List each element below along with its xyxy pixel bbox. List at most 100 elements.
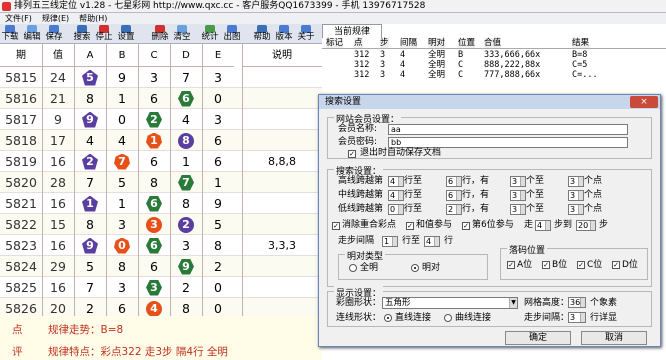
window-title: 排列五三线定位 v1.28 - 七星彩网 http://www.qxc.cc -… [14, 1, 426, 11]
number-cell: 7 [86, 175, 94, 190]
search-row-spinner[interactable]: 6 [446, 176, 462, 187]
search-row-spinner[interactable]: 4 [388, 190, 404, 201]
menu-item-2[interactable]: 帮助(H) [79, 14, 107, 23]
toolbar-button-0[interactable]: 下载 [0, 25, 20, 43]
number-cell: 8 [86, 91, 94, 106]
value-cell: 28 [50, 175, 66, 190]
spinner-arrows[interactable] [398, 205, 403, 214]
search-row-text: 行，有 [462, 204, 490, 214]
step-go-spinner[interactable]: 4 [535, 220, 551, 231]
toolbar-button-3[interactable]: 搜索 [72, 25, 92, 43]
rule-row-cell: 全明 [428, 60, 446, 70]
toolbar-button-7[interactable]: 清空 [172, 25, 192, 43]
position-checkbox[interactable]: ✓ [542, 261, 550, 269]
toolbar-button-5[interactable]: 设置 [116, 25, 136, 43]
search-row-spinner[interactable]: 3 [568, 204, 584, 215]
search-row-spinner[interactable]: 2 [446, 204, 462, 215]
table-header-3: 间隔 [400, 38, 418, 48]
search-row-spinner[interactable]: 0 [388, 204, 404, 215]
gap-from-spinner[interactable]: 1 [382, 236, 398, 247]
menu-item-1[interactable]: 规律(E) [42, 14, 69, 23]
header-col-C: C [138, 44, 170, 67]
search-row-spinner[interactable]: 3 [510, 190, 526, 201]
search-row-text: 个至 [526, 204, 545, 214]
spinner-arrows[interactable] [520, 177, 525, 186]
spinner-arrows[interactable] [520, 191, 525, 200]
rule-row-cell: 312 [354, 50, 370, 60]
search-row-spinner[interactable]: 6 [446, 190, 462, 201]
autosave-checkbox[interactable]: ✓ [348, 150, 356, 158]
close-button[interactable]: × [630, 96, 658, 108]
number-cell: 9 [118, 70, 126, 85]
display-group: 显示设置： 彩圈形状： 五角形 ▼ 网格高度： 36 个象素 连线形状： 直线连接… [327, 286, 652, 327]
toolbar-button-4[interactable]: 停止 [94, 25, 114, 43]
spinner-arrows[interactable] [398, 177, 403, 186]
spinner-arrows[interactable] [456, 177, 461, 186]
line-straight-radio[interactable] [384, 314, 392, 322]
toolbar-button-8[interactable]: 统计 [200, 25, 220, 43]
toolbar-button-1[interactable]: 编辑 [22, 25, 42, 43]
search-row-text: 个点 [584, 190, 603, 200]
member-name-input[interactable]: aa [388, 124, 628, 135]
dedupe-checkbox[interactable]: ✓ [332, 222, 340, 230]
toolbar-button-2[interactable]: 保存 [44, 25, 64, 43]
toolbar-button-10[interactable]: 帮助 [252, 25, 272, 43]
gap-to-spinner[interactable]: 4 [424, 236, 440, 247]
interval-spinner[interactable]: 3 [568, 312, 586, 323]
spinner-arrows[interactable] [578, 205, 583, 214]
autosave-label: 退出时自动保存文档 [360, 148, 442, 158]
spinner-arrows[interactable] [578, 191, 583, 200]
spinner-arrows[interactable] [520, 205, 525, 214]
ball-marker: 4 [146, 300, 162, 317]
number-cell: 2 [214, 259, 222, 274]
spinner-arrows[interactable] [398, 191, 403, 200]
number-cell: 1 [118, 91, 126, 106]
interval-unit: 行详显 [590, 313, 618, 323]
toolbar-label-12: 关于 [297, 32, 315, 42]
search-row-spinner[interactable]: 3 [510, 176, 526, 187]
note-cell: 8,8,8 [268, 155, 296, 168]
toolbar-button-12[interactable]: 关于 [296, 25, 316, 43]
number-cell: 4 [182, 112, 190, 127]
member-password-label: 会员密码: [338, 137, 378, 147]
app-icon [2, 2, 11, 11]
line-curve-radio[interactable] [444, 314, 452, 322]
rule-row-cell: 333,666,66x [484, 50, 541, 60]
search-row-spinner[interactable]: 3 [510, 204, 526, 215]
rule-row-cell: C [458, 70, 464, 80]
position-label: D位 [622, 260, 638, 270]
position-checkbox[interactable]: ✓ [612, 261, 620, 269]
summary-text-2: 规律特点：彩点322 走3步 隔4行 全明 [48, 346, 228, 358]
spinner-value: 4 [390, 191, 396, 200]
rule-row-cell: B [458, 50, 464, 60]
ok-button[interactable]: 确定 [505, 331, 571, 345]
search-row-text: 个点 [584, 204, 603, 214]
toolbar-button-9[interactable]: 出图 [222, 25, 242, 43]
mingdui-all-radio[interactable] [349, 264, 357, 272]
position-checkbox[interactable]: ✓ [577, 261, 585, 269]
toolbar-button-11[interactable]: 版本 [274, 25, 294, 43]
step-to-spinner[interactable]: 20 [576, 220, 596, 231]
search-row-spinner[interactable]: 3 [568, 176, 584, 187]
position-checkbox[interactable]: ✓ [507, 261, 515, 269]
rule-row-cell: 312 [354, 60, 370, 70]
spinner-arrows[interactable] [456, 205, 461, 214]
menu-item-0[interactable]: 文件(F) [5, 14, 32, 23]
pos6-checkbox[interactable]: ✓ [462, 222, 470, 230]
search-row-spinner[interactable]: 4 [388, 176, 404, 187]
search-row-spinner[interactable]: 3 [568, 190, 584, 201]
spinner-arrows[interactable] [578, 177, 583, 186]
grid-height-spinner[interactable]: 36 [568, 297, 586, 308]
number-cell: 5 [118, 175, 126, 190]
rule-row-cell: C [458, 60, 464, 70]
shape-select[interactable]: 五角形 ▼ [382, 297, 518, 309]
toolbar-button-6[interactable]: 删除 [150, 25, 170, 43]
mingdui-pair-radio[interactable] [411, 264, 419, 272]
tab-current-rule[interactable]: 当前规律 [322, 24, 382, 38]
member-password-input[interactable]: bb [388, 137, 628, 148]
spinner-arrows[interactable] [456, 191, 461, 200]
sum-join-checkbox[interactable]: ✓ [406, 222, 414, 230]
number-cell: 0 [214, 280, 222, 295]
cancel-button[interactable]: 取消 [581, 331, 647, 345]
toolbar-label-1: 编辑 [23, 32, 41, 42]
